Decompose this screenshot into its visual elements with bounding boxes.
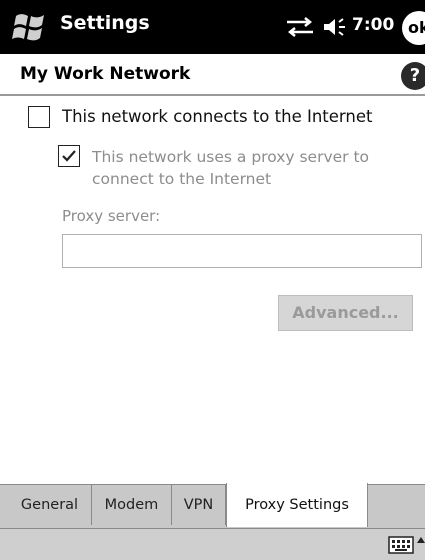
proxy-server-input[interactable] [62,234,422,268]
tab-vpn[interactable]: VPN [172,485,226,525]
page-title: My Work Network [20,64,191,84]
tab-proxy-settings[interactable]: Proxy Settings [226,483,368,527]
checkmark-icon [62,150,76,162]
menu-bar [0,528,425,560]
help-icon[interactable]: ? [401,62,425,90]
windows-flag-icon[interactable] [10,8,50,46]
ok-button[interactable]: ok [402,11,425,45]
proxy-checkbox[interactable] [58,145,80,167]
title-bar: Settings 7:00 ok [0,0,425,54]
keyboard-icon[interactable] [388,536,414,554]
proxy-server-label: Proxy server: [62,207,161,225]
page-header: My Work Network ? [0,54,425,96]
connectivity-icon[interactable] [285,16,315,38]
proxy-checkbox-label[interactable]: This network uses a proxy server to conn… [92,146,412,190]
advanced-button[interactable]: Advanced... [278,295,413,331]
internet-checkbox[interactable] [28,106,50,128]
tab-general[interactable]: General [8,485,92,525]
tab-strip: General Modem VPN Proxy Settings [0,483,425,528]
tab-modem[interactable]: Modem [92,485,172,525]
volume-icon[interactable] [322,16,348,38]
app-title: Settings [60,12,150,34]
internet-checkbox-label[interactable]: This network connects to the Internet [62,106,372,128]
up-arrow-icon[interactable] [417,535,425,547]
clock[interactable]: 7:00 [352,15,394,35]
